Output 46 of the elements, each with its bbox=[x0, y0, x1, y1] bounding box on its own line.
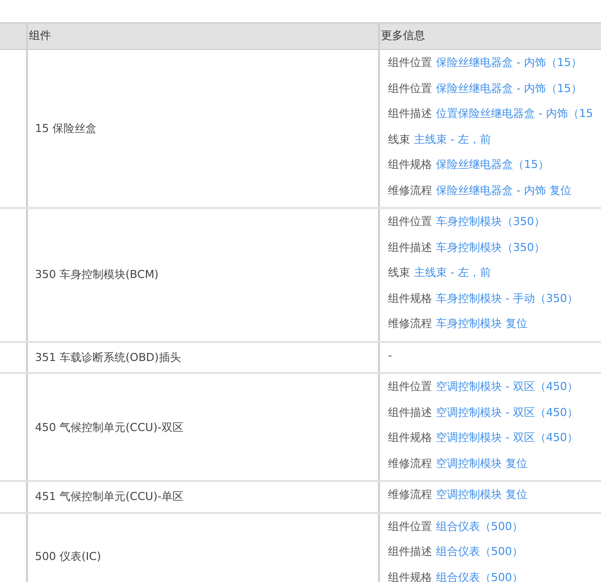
info-label: 组件位置 bbox=[388, 215, 432, 228]
info-link[interactable]: 组合仪表（500） bbox=[436, 520, 523, 532]
info-label: 组件规格 bbox=[388, 431, 432, 444]
info-link[interactable]: 车身控制模块 - 手动（350） bbox=[436, 292, 578, 304]
column-header: 组件 bbox=[28, 24, 380, 49]
info-label: 组件描述 bbox=[388, 406, 432, 418]
info-label: 组件位置 bbox=[388, 520, 432, 532]
info-link[interactable]: 车身控制模块（350） bbox=[436, 240, 545, 254]
column-header: 更多信息 bbox=[380, 28, 426, 44]
component-name: 15 保险丝盒 bbox=[35, 121, 96, 136]
info-label: 组件描述 bbox=[388, 240, 432, 254]
info-label: 维修流程 bbox=[388, 456, 432, 470]
info-label: 组件位置 bbox=[388, 56, 432, 69]
info-link[interactable]: 主线束 - 左，前 bbox=[414, 132, 491, 146]
info-label: 线束 bbox=[388, 266, 410, 279]
component-name: 350 车身控制模块(BCM) bbox=[35, 267, 159, 282]
component-name: 450 气候控制单元(CCU)-双区 bbox=[35, 420, 184, 434]
info-link[interactable]: 组合仪表（500） bbox=[436, 545, 523, 558]
info-link[interactable]: 位置保险丝继电器盒 - 内饰（15 bbox=[436, 107, 593, 120]
info-link[interactable]: 空调控制模块 - 双区（450） bbox=[436, 380, 578, 393]
info-label: - bbox=[388, 348, 392, 362]
info-label: 组件描述 bbox=[388, 545, 432, 558]
info-label: 组件位置 bbox=[388, 82, 432, 94]
info-label: 组件位置 bbox=[388, 380, 432, 393]
info-label: 维修流程 bbox=[388, 488, 432, 501]
info-link[interactable]: 空调控制模块 复位 bbox=[436, 488, 528, 501]
component-name: 451 气候控制单元(CCU)-单区 bbox=[35, 489, 184, 504]
component-name: 351 车载诊断系统(OBD)插头 bbox=[35, 350, 181, 365]
info-label: 组件描述 bbox=[388, 107, 432, 120]
info-label: 组件规格 bbox=[388, 570, 432, 582]
info-label: 组件规格 bbox=[388, 292, 432, 304]
info-label: 维修流程 bbox=[388, 317, 432, 330]
info-label: 维修流程 bbox=[388, 184, 432, 196]
info-link[interactable]: 空调控制模块 复位 bbox=[436, 456, 528, 470]
info-link[interactable]: 空调控制模块 - 双区（450） bbox=[436, 431, 578, 444]
info-link[interactable]: 主线束 - 左，前 bbox=[414, 266, 491, 279]
info-link[interactable]: 车身控制模块 复位 bbox=[436, 317, 528, 330]
info-label: 线束 bbox=[388, 132, 410, 146]
info-link[interactable]: 车身控制模块（350） bbox=[436, 215, 545, 228]
info-link[interactable]: 空调控制模块 - 双区（450） bbox=[436, 406, 578, 418]
info-link[interactable]: 保险丝继电器盒 - 内饰 复位 bbox=[436, 184, 572, 196]
info-label: 组件规格 bbox=[388, 158, 432, 171]
component-name: 500 仪表(IC) bbox=[35, 549, 101, 564]
info-link[interactable]: 保险丝继电器盒 - 内饰（15） bbox=[436, 82, 582, 94]
info-link[interactable]: 保险丝继电器盒（15） bbox=[436, 158, 549, 171]
info-link[interactable]: 保险丝继电器盒 - 内饰（15） bbox=[436, 56, 582, 69]
